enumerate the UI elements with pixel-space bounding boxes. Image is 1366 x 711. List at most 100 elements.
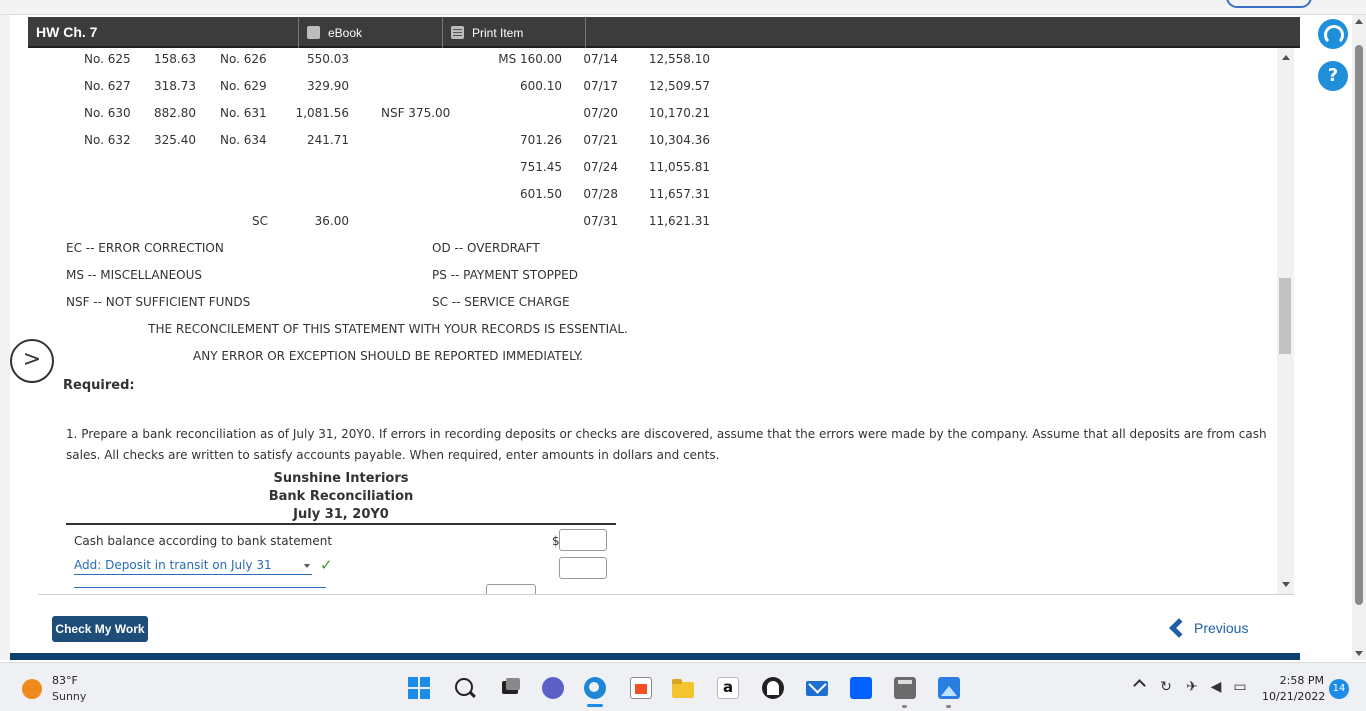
photos-icon[interactable] <box>938 677 960 699</box>
statement-cell-deposit: 601.50 <box>520 187 562 201</box>
battery-icon[interactable]: ▭ <box>1232 679 1248 695</box>
required-heading: Required: <box>63 378 135 393</box>
adjustment-select[interactable]: Add: Deposit in transit on July 31 <box>74 558 312 575</box>
task-view-icon[interactable] <box>500 677 522 699</box>
page-scrollbar[interactable] <box>1352 15 1366 660</box>
windows-start-icon[interactable] <box>408 677 430 699</box>
content-viewport: No. 625 158.63 No. 626 550.03 MS 160.00 07/14… <box>38 48 1294 594</box>
notification-badge[interactable]: 14 <box>1329 679 1349 699</box>
statement-cell-a1: 318.73 <box>154 79 196 93</box>
legend-left-2: NSF -- NOT SUFFICIENT FUNDS <box>66 295 251 309</box>
weather-description[interactable]: Sunny <box>52 690 86 703</box>
tab-ebook[interactable]: eBook <box>298 17 442 48</box>
statement-cell-c1: No. 625 <box>84 52 131 66</box>
tab-print-item[interactable]: Print Item <box>442 17 586 48</box>
statement-cell-balance: 10,170.21 <box>648 106 710 120</box>
statement-cell-deposit: 701.26 <box>520 133 562 147</box>
clock-time[interactable]: 2:58 PM <box>1262 674 1324 687</box>
statement-cell-date: 07/31 <box>583 214 618 228</box>
scroll-up-arrow-icon[interactable] <box>1355 19 1363 24</box>
tray-chevron-up-icon[interactable] <box>1133 679 1146 692</box>
statement-cell-date: 07/21 <box>583 133 618 147</box>
reconciliation-date: July 31, 20Y0 <box>293 507 389 522</box>
previous-button-label: Previous <box>1194 620 1249 636</box>
statement-cell-deposit: 600.10 <box>520 79 562 93</box>
content-scrollbar-thumb[interactable] <box>1279 278 1291 354</box>
statement-cell-date: 07/20 <box>583 106 618 120</box>
reconciliation-header-rule <box>66 523 616 525</box>
mail-icon[interactable] <box>806 677 828 699</box>
previous-button[interactable]: Previous <box>1169 613 1249 643</box>
app-launcher-icon[interactable] <box>762 677 784 699</box>
content-scrollbar[interactable] <box>1277 48 1294 594</box>
assignment-header: HW Ch. 7 eBook Print Item <box>28 17 1300 48</box>
legend-left-1: MS -- MISCELLANEOUS <box>66 268 202 282</box>
statement-cell-a2: 329.90 <box>307 79 349 93</box>
help-icon[interactable]: ? <box>1318 61 1348 91</box>
windows-taskbar: 83°F Sunny a ↻ ✈ ◀ ▭ 2:58 PM 10/21/2022 … <box>0 662 1366 711</box>
statement-cell-date: 07/24 <box>583 160 618 174</box>
question-instruction: 1. Prepare a bank reconciliation as of J… <box>66 427 1267 462</box>
headset-support-icon[interactable] <box>1318 19 1348 49</box>
dropbox-icon[interactable] <box>850 677 872 699</box>
sync-icon[interactable]: ↻ <box>1158 679 1174 695</box>
statement-notice-1: THE RECONCILEMENT OF THIS STATEMENT WITH… <box>148 322 628 336</box>
bank-balance-label: Cash balance according to bank statement <box>74 534 333 548</box>
calculator-open-indicator <box>902 705 907 708</box>
statement-cell-balance: 10,304.36 <box>648 133 710 147</box>
correct-check-icon: ✓ <box>320 556 333 574</box>
content-scroll-down-icon[interactable] <box>1282 582 1290 587</box>
page-scrollbar-thumb[interactable] <box>1355 45 1363 605</box>
clipped-next-input[interactable] <box>486 584 536 594</box>
airplane-mode-icon[interactable]: ✈ <box>1184 679 1200 695</box>
expand-panel-arrow-button[interactable]: > <box>10 339 54 383</box>
statement-cell-balance: 11,055.81 <box>648 160 710 174</box>
edge-browser-icon[interactable] <box>584 677 606 699</box>
store-icon[interactable] <box>630 677 652 699</box>
video-chat-icon[interactable] <box>542 677 564 699</box>
chevron-left-icon <box>1169 618 1189 638</box>
deposit-in-transit-input[interactable] <box>559 557 607 579</box>
clipped-next-select[interactable] <box>74 587 326 589</box>
bank-balance-input[interactable] <box>559 529 607 551</box>
document-icon <box>451 26 464 39</box>
scroll-down-arrow-icon[interactable] <box>1355 651 1363 656</box>
statement-cell-a1: 158.63 <box>154 52 196 66</box>
left-gutter <box>0 15 10 660</box>
photos-open-indicator <box>946 705 951 708</box>
company-name: Sunshine Interiors <box>273 471 409 486</box>
statement-cell-c2: No. 626 <box>220 52 267 66</box>
action-bar: Check My Work Previous <box>38 594 1294 654</box>
statement-cell-c2: SC <box>252 214 268 228</box>
statement-cell-deposit: MS 160.00 <box>498 52 562 66</box>
search-icon[interactable] <box>454 677 476 699</box>
statement-cell-a2: 241.71 <box>307 133 349 147</box>
sun-weather-icon[interactable] <box>22 679 42 699</box>
calculator-icon[interactable] <box>894 677 916 699</box>
statement-cell-c2: No. 631 <box>220 106 267 120</box>
statement-cell-a2: 1,081.56 <box>295 106 349 120</box>
check-my-work-button[interactable]: Check My Work <box>52 616 148 642</box>
statement-cell-balance: 12,558.10 <box>648 52 710 66</box>
volume-icon[interactable]: ◀ <box>1208 679 1224 695</box>
statement-cell-a2: 36.00 <box>314 214 349 228</box>
statement-cell-a1: 882.80 <box>154 106 196 120</box>
weather-temperature[interactable]: 83°F <box>52 674 78 687</box>
assignment-title: HW Ch. 7 <box>36 24 98 40</box>
browser-top-strip <box>0 0 1366 15</box>
book-icon <box>307 26 320 39</box>
legend-right-1: PS -- PAYMENT STOPPED <box>432 268 578 282</box>
file-explorer-icon[interactable] <box>672 677 694 699</box>
content-scroll-up-icon[interactable] <box>1282 55 1290 60</box>
statement-notice-2: ANY ERROR OR EXCEPTION SHOULD BE REPORTE… <box>193 349 583 363</box>
statement-cell-date: 07/17 <box>583 79 618 93</box>
clipped-profile-pill[interactable] <box>1226 0 1312 8</box>
adjustment-select-value: Add: Deposit in transit on July 31 <box>74 558 272 572</box>
statement-cell-c2: No. 634 <box>220 133 267 147</box>
clock-date[interactable]: 10/21/2022 <box>1262 690 1325 703</box>
right-side-column <box>1300 15 1352 660</box>
legend-left-0: EC -- ERROR CORRECTION <box>66 241 224 255</box>
chevron-down-icon <box>304 564 310 568</box>
amazon-icon[interactable]: a <box>717 677 739 699</box>
statement-cell-balance: 11,621.31 <box>648 214 710 228</box>
